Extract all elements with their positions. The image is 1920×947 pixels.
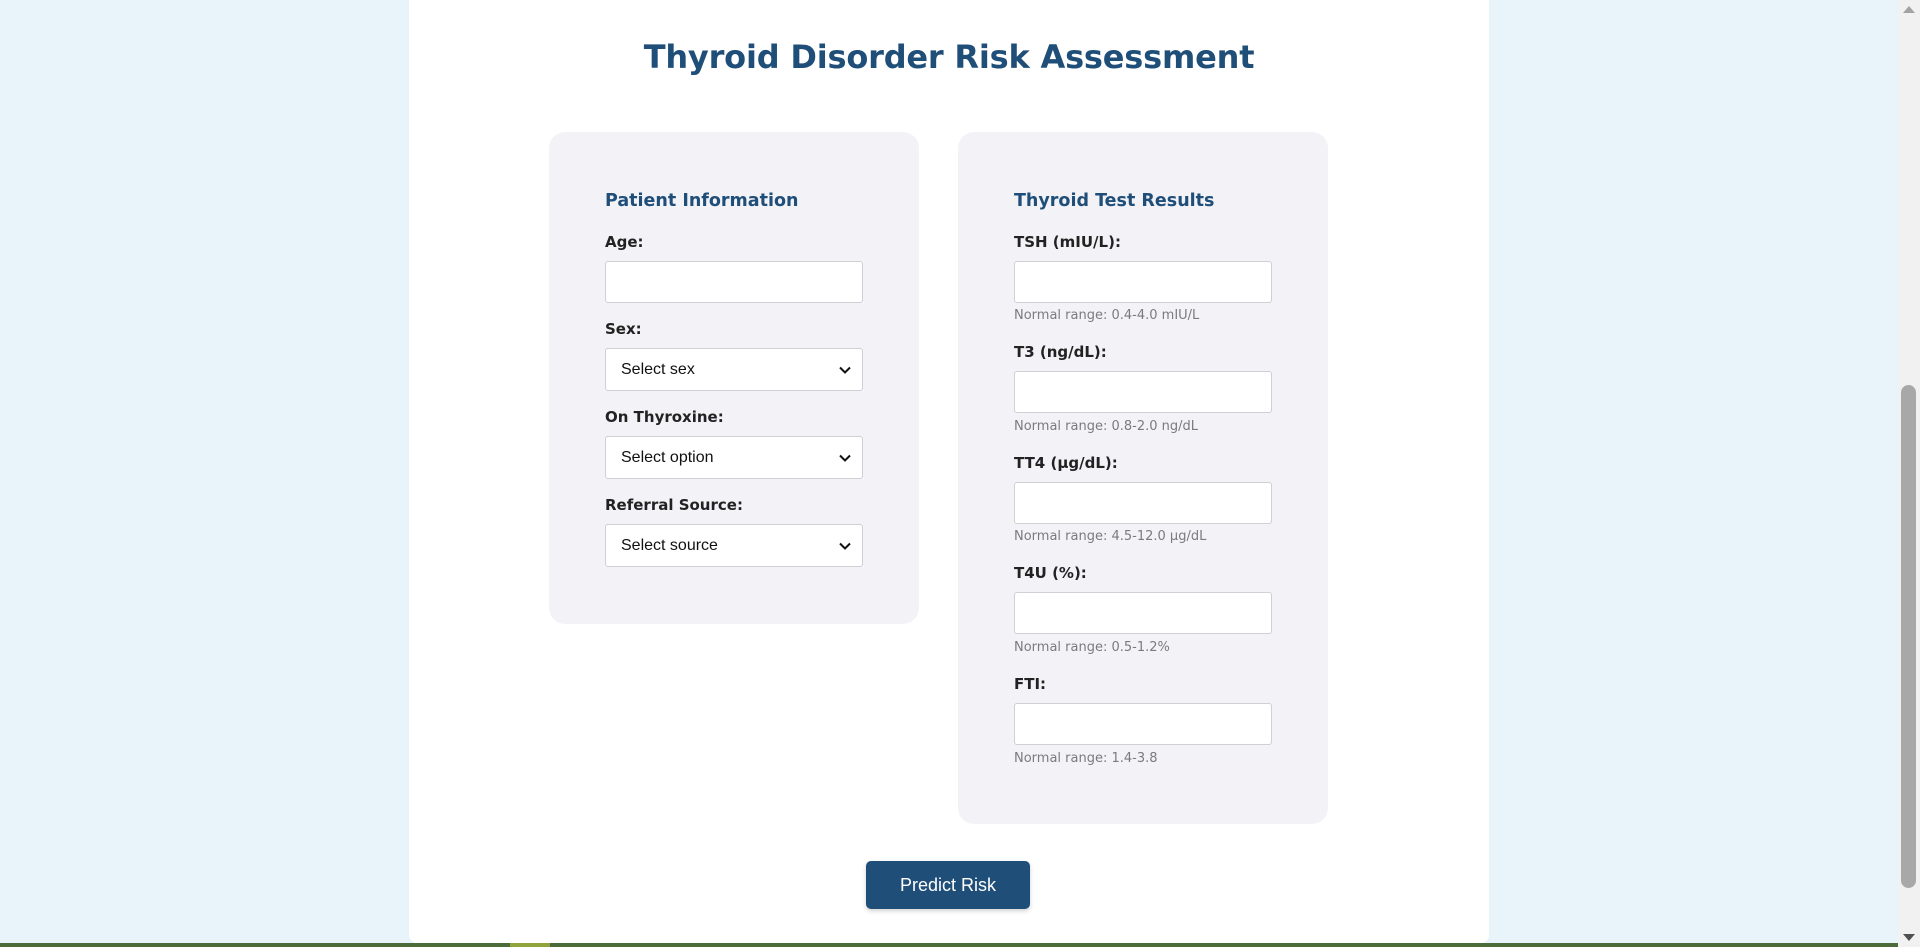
page-title: Thyroid Disorder Risk Assessment — [643, 38, 1255, 76]
chevron-down-icon — [839, 366, 851, 374]
referral-source-label: Referral Source: — [605, 496, 743, 514]
bottom-edge-accent — [510, 943, 550, 947]
patient-information-card: Patient Information Age: Sex: Select sex… — [549, 132, 919, 624]
patient-information-heading: Patient Information — [605, 191, 799, 211]
on-thyroxine-select[interactable]: Select option — [605, 436, 863, 479]
tt4-hint: Normal range: 4.5-12.0 µg/dL — [1014, 529, 1207, 544]
tsh-label: TSH (mIU/L): — [1014, 233, 1121, 251]
t4u-label: T4U (%): — [1014, 564, 1087, 582]
age-label: Age: — [605, 233, 644, 251]
form-container: Thyroid Disorder Risk Assessment Patient… — [409, 0, 1489, 943]
tt4-input[interactable] — [1014, 482, 1272, 524]
t4u-hint: Normal range: 0.5-1.2% — [1014, 640, 1170, 655]
on-thyroxine-label: On Thyroxine: — [605, 408, 724, 426]
chevron-down-icon — [839, 542, 851, 550]
page-background: Thyroid Disorder Risk Assessment Patient… — [0, 0, 1898, 947]
vertical-scrollbar[interactable] — [1898, 0, 1920, 947]
sex-select[interactable]: Select sex — [605, 348, 863, 391]
sex-select-value: Select sex — [621, 361, 695, 378]
tsh-input[interactable] — [1014, 261, 1272, 303]
scrollbar-thumb[interactable] — [1901, 385, 1916, 888]
bottom-edge-strip — [0, 943, 1898, 947]
t3-hint: Normal range: 0.8-2.0 ng/dL — [1014, 419, 1199, 434]
scroll-down-arrow-icon[interactable] — [1903, 934, 1915, 941]
t3-label: T3 (ng/dL): — [1014, 343, 1107, 361]
on-thyroxine-select-value: Select option — [621, 449, 714, 466]
thyroid-test-results-heading: Thyroid Test Results — [1014, 191, 1215, 211]
fti-label: FTI: — [1014, 675, 1047, 693]
tsh-hint: Normal range: 0.4-4.0 mIU/L — [1014, 308, 1200, 323]
tt4-label: TT4 (µg/dL): — [1014, 454, 1118, 472]
sex-label: Sex: — [605, 320, 642, 338]
fti-hint: Normal range: 1.4-3.8 — [1014, 751, 1158, 766]
referral-source-select-value: Select source — [621, 537, 718, 554]
predict-risk-button[interactable]: Predict Risk — [866, 861, 1030, 909]
thyroid-test-results-card: Thyroid Test Results TSH (mIU/L): Normal… — [958, 132, 1328, 824]
scroll-up-arrow-icon[interactable] — [1903, 6, 1915, 13]
referral-source-select[interactable]: Select source — [605, 524, 863, 567]
fti-input[interactable] — [1014, 703, 1272, 745]
t4u-input[interactable] — [1014, 592, 1272, 634]
age-input[interactable] — [605, 261, 863, 303]
t3-input[interactable] — [1014, 371, 1272, 413]
chevron-down-icon — [839, 454, 851, 462]
